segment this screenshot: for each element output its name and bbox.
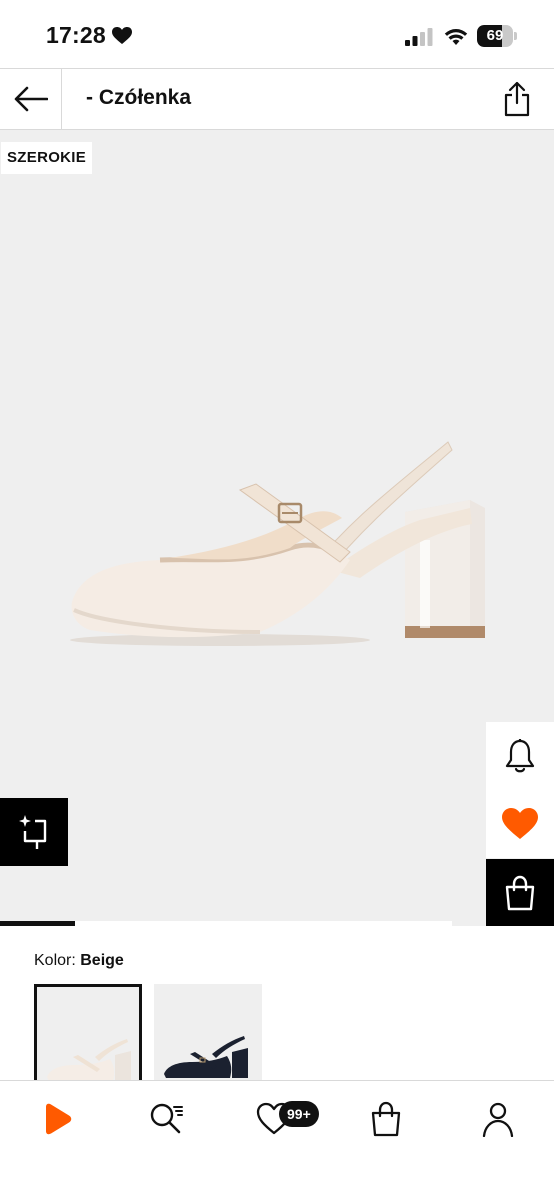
page-title: - Czółenka	[86, 86, 192, 109]
color-label: Kolor: Beige	[34, 952, 124, 970]
product-shoe-image	[70, 441, 485, 646]
back-button[interactable]	[0, 69, 62, 129]
play-logo-icon	[46, 1103, 72, 1135]
status-time: 17:28	[46, 22, 132, 49]
battery-indicator: 69	[477, 25, 517, 47]
find-similar-button[interactable]	[0, 798, 68, 866]
nav-cart[interactable]	[358, 1099, 414, 1139]
nav-home[interactable]	[28, 1099, 84, 1139]
color-swatch-navy[interactable]	[154, 984, 262, 1084]
share-button[interactable]	[498, 79, 536, 119]
arrow-left-icon	[14, 86, 48, 112]
share-icon	[504, 81, 530, 117]
product-side-actions	[486, 722, 554, 926]
battery-level-text: 69	[486, 27, 504, 44]
bottom-navigation: 99+	[0, 1080, 554, 1199]
wifi-icon	[444, 29, 468, 45]
gallery-progress	[0, 921, 554, 926]
wishlist-button[interactable]	[486, 790, 554, 858]
add-to-cart-button[interactable]	[486, 859, 554, 926]
search-list-icon	[150, 1103, 183, 1134]
product-image-gallery[interactable]: SZEROKIE	[0, 130, 554, 926]
nav-account[interactable]	[470, 1099, 526, 1139]
color-selected-value: Beige	[80, 952, 124, 969]
shopping-bag-icon	[371, 1101, 401, 1137]
status-time-text: 17:28	[46, 22, 106, 48]
wishlist-count-badge: 99+	[279, 1101, 319, 1127]
swatch-shoe-image	[164, 1036, 248, 1078]
cellular-signal-icon	[405, 28, 433, 46]
product-header: - Czółenka	[0, 68, 554, 130]
color-swatch-beige[interactable]	[34, 984, 142, 1084]
user-icon	[482, 1102, 514, 1137]
heart-status-icon	[111, 26, 132, 44]
swatch-shoe-image	[47, 1039, 131, 1081]
shopping-bag-icon	[505, 875, 535, 911]
price-alert-button[interactable]	[486, 722, 554, 790]
status-bar: 17:28 69	[0, 0, 554, 68]
color-label-prefix: Kolor:	[34, 952, 76, 969]
bell-icon	[505, 739, 535, 773]
gallery-progress-fill	[0, 921, 75, 926]
nav-search[interactable]	[138, 1099, 194, 1139]
width-badge: SZEROKIE	[1, 142, 93, 174]
sparkle-crop-icon	[19, 815, 47, 849]
heart-filled-icon	[502, 808, 538, 839]
